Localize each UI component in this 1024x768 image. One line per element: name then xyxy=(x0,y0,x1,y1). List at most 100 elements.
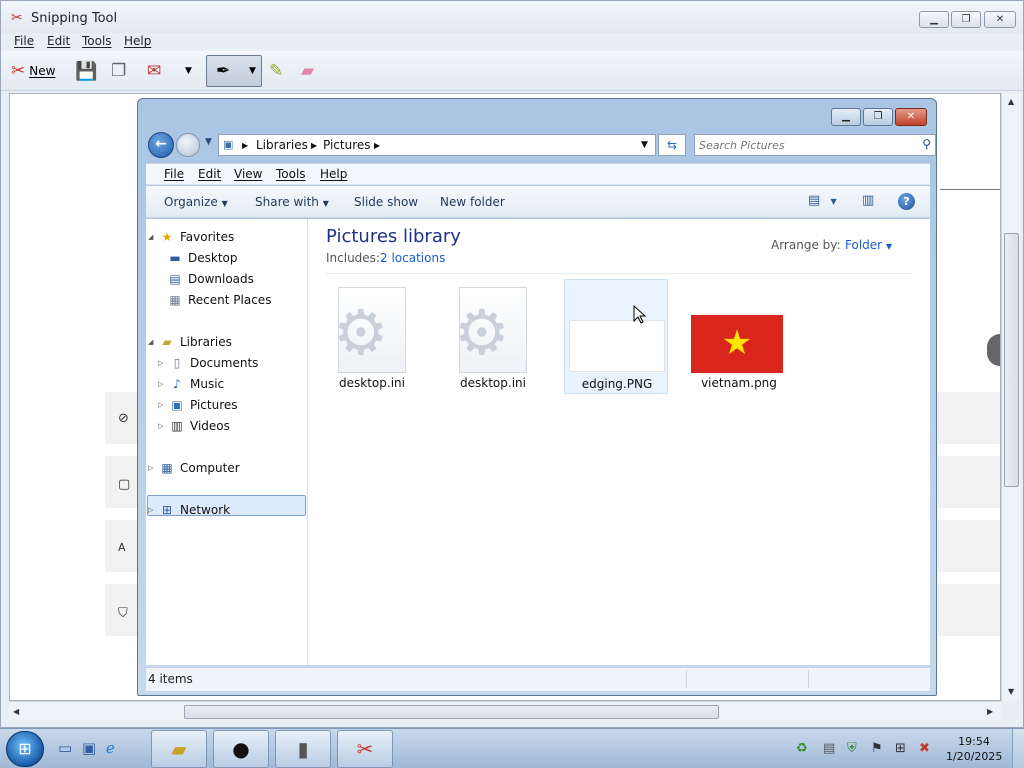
close-button[interactable]: ✕ xyxy=(984,11,1016,28)
taskbar-computer-button[interactable]: ▮ xyxy=(275,730,331,768)
menu-tools[interactable]: Tools xyxy=(82,34,112,48)
explorer-menu-file[interactable]: File xyxy=(164,167,184,181)
explorer-minimize-button[interactable]: ▁ xyxy=(831,108,861,126)
explorer-menu-help[interactable]: Help xyxy=(320,167,347,181)
explorer-close-button[interactable]: ✕ xyxy=(895,108,927,126)
nav-music[interactable]: ▷ ♪ Music xyxy=(158,374,224,394)
explorer-navbar: ← ▼ ▣ ▶ Libraries ▶ Pictures ▶ ▼ ⇆ ⚲ xyxy=(146,129,936,159)
send-snip-button[interactable]: ✉ xyxy=(147,57,161,85)
file-item[interactable]: ⚙ desktop.ini xyxy=(441,279,545,394)
show-desktop-icon[interactable]: ▭ xyxy=(58,739,72,757)
vertical-scroll-thumb[interactable] xyxy=(1004,233,1019,487)
snipping-tool-titlebar[interactable]: ✂ Snipping Tool ▁ ❐ ✕ xyxy=(1,1,1023,33)
switch-windows-icon[interactable]: ▣ xyxy=(82,739,96,757)
arrange-by-dropdown[interactable]: Folder ▼ xyxy=(845,238,892,252)
collapsed-icon[interactable]: ▷ xyxy=(148,464,158,472)
nav-libraries[interactable]: ◢ ▰ Libraries xyxy=(148,332,232,352)
copy-icon: ❐ xyxy=(111,61,127,81)
send-snip-dropdown[interactable]: ▼ xyxy=(185,57,192,85)
chevron-right-icon[interactable]: ▶ xyxy=(311,141,317,150)
nav-favorites[interactable]: ◢ ★ Favorites xyxy=(148,227,234,247)
change-view-button[interactable]: ▤ ▼ xyxy=(808,193,837,208)
search-input[interactable] xyxy=(699,137,909,153)
nav-pictures-row[interactable]: ▷ ▣ Pictures xyxy=(158,395,238,415)
nav-recent-places[interactable]: ▦ Recent Places xyxy=(166,290,271,310)
scroll-right-icon[interactable]: ▶ xyxy=(987,707,993,716)
slide-show-button[interactable]: Slide show xyxy=(354,195,418,209)
nav-computer[interactable]: ▷ ▦ Computer xyxy=(148,458,240,478)
restore-button[interactable]: ❐ xyxy=(951,11,981,28)
copy-button[interactable]: ❐ xyxy=(111,57,126,85)
scroll-up-icon[interactable]: ▲ xyxy=(1008,97,1014,106)
search-icon[interactable]: ⚲ xyxy=(922,137,931,151)
horizontal-scroll-thumb[interactable] xyxy=(184,705,719,719)
explorer-menu-edit[interactable]: Edit xyxy=(198,167,221,181)
taskbar-snipping-tool-button[interactable]: ✂ xyxy=(337,730,393,768)
refresh-button[interactable]: ⇆ xyxy=(658,134,686,156)
show-desktop-button[interactable] xyxy=(1012,729,1024,768)
collapsed-icon[interactable]: ▷ xyxy=(158,401,168,409)
collapsed-icon[interactable]: ▷ xyxy=(148,506,158,514)
collapsed-icon[interactable]: ▷ xyxy=(158,359,168,367)
update-icon[interactable]: ♻ xyxy=(796,741,808,756)
library-locations-link[interactable]: 2 locations xyxy=(380,251,445,265)
breadcrumb-libraries[interactable]: Libraries xyxy=(256,138,308,152)
collapsed-icon[interactable]: ▷ xyxy=(158,422,168,430)
document-icon[interactable]: ▤ xyxy=(823,741,835,756)
expanded-icon[interactable]: ◢ xyxy=(148,233,158,241)
menu-help[interactable]: Help xyxy=(124,34,151,48)
file-item-selected[interactable]: edging.PNG xyxy=(564,279,668,394)
menu-edit[interactable]: Edit xyxy=(47,34,70,48)
preview-pane-button[interactable]: ▥ xyxy=(862,193,874,208)
new-folder-button[interactable]: New folder xyxy=(440,195,505,209)
new-snip-button[interactable]: ✂ New xyxy=(11,57,55,85)
minimize-button[interactable]: ▁ xyxy=(919,11,949,28)
chevron-right-icon[interactable]: ▶ xyxy=(374,141,380,150)
address-bar[interactable]: ▣ ▶ Libraries ▶ Pictures ▶ ▼ xyxy=(218,134,656,156)
nav-desktop[interactable]: ▬ Desktop xyxy=(166,248,237,268)
explorer-menu-tools[interactable]: Tools xyxy=(276,167,306,181)
nav-documents[interactable]: ▷ ▯ Documents xyxy=(158,353,258,373)
highlighter-button[interactable]: ✎ xyxy=(269,57,283,85)
scroll-down-icon[interactable]: ▼ xyxy=(1008,687,1014,696)
eraser-button[interactable]: ▰ xyxy=(301,57,314,85)
file-item[interactable]: ⚙ desktop.ini xyxy=(320,279,424,394)
vertical-scrollbar[interactable]: ▲ ▼ xyxy=(1001,93,1021,701)
nav-videos[interactable]: ▷ ▥ Videos xyxy=(158,416,230,436)
scroll-left-icon[interactable]: ◀ xyxy=(13,707,19,716)
address-history-dropdown[interactable]: ▼ xyxy=(641,140,648,150)
recent-pages-dropdown[interactable]: ▼ xyxy=(205,137,212,147)
explorer-maximize-button[interactable]: ❐ xyxy=(863,108,893,126)
internet-explorer-icon[interactable]: ℯ xyxy=(106,739,115,757)
security-icon[interactable]: ⛨ xyxy=(847,741,857,756)
chevron-right-icon[interactable]: ▶ xyxy=(242,141,248,150)
horizontal-scrollbar[interactable]: ◀ ▶ xyxy=(9,701,1001,721)
save-button[interactable]: 💾 xyxy=(75,57,97,85)
flag-icon[interactable]: ⚑ xyxy=(871,741,883,756)
taskbar-media-button[interactable]: ● xyxy=(213,730,269,768)
taskbar-explorer-button[interactable]: ▰ xyxy=(151,730,207,768)
file-item[interactable]: ★ vietnam.png xyxy=(687,279,791,394)
network-tray-icon[interactable]: ⊞ xyxy=(895,741,906,756)
organize-button[interactable]: Organize ▼ xyxy=(164,195,228,209)
clock[interactable]: 19:54 1/20/2025 xyxy=(946,734,1002,764)
back-button[interactable]: ← xyxy=(148,132,174,158)
search-box[interactable]: ⚲ xyxy=(694,134,936,156)
background-icon: ⊘ xyxy=(118,411,129,426)
start-button[interactable]: ⊞ xyxy=(6,731,44,767)
help-icon[interactable]: ? xyxy=(898,193,915,210)
menu-file[interactable]: File xyxy=(14,34,34,48)
nav-network[interactable]: ▷ ⊞ Network xyxy=(148,500,230,520)
share-with-button[interactable]: Share with ▼ xyxy=(255,195,329,209)
collapsed-icon[interactable]: ▷ xyxy=(158,380,168,388)
forward-button[interactable] xyxy=(176,133,200,157)
sphere-icon: ● xyxy=(232,737,250,761)
file-name: edging.PNG xyxy=(581,377,653,391)
pen-button[interactable]: ✒ xyxy=(216,57,230,85)
expanded-icon[interactable]: ◢ xyxy=(148,338,158,346)
pen-dropdown[interactable]: ▼ xyxy=(249,57,256,85)
breadcrumb-pictures[interactable]: Pictures xyxy=(323,138,371,152)
volume-muted-icon[interactable]: ✖ xyxy=(919,741,930,756)
explorer-menu-view[interactable]: View xyxy=(234,167,262,181)
nav-downloads[interactable]: ▤ Downloads xyxy=(166,269,254,289)
